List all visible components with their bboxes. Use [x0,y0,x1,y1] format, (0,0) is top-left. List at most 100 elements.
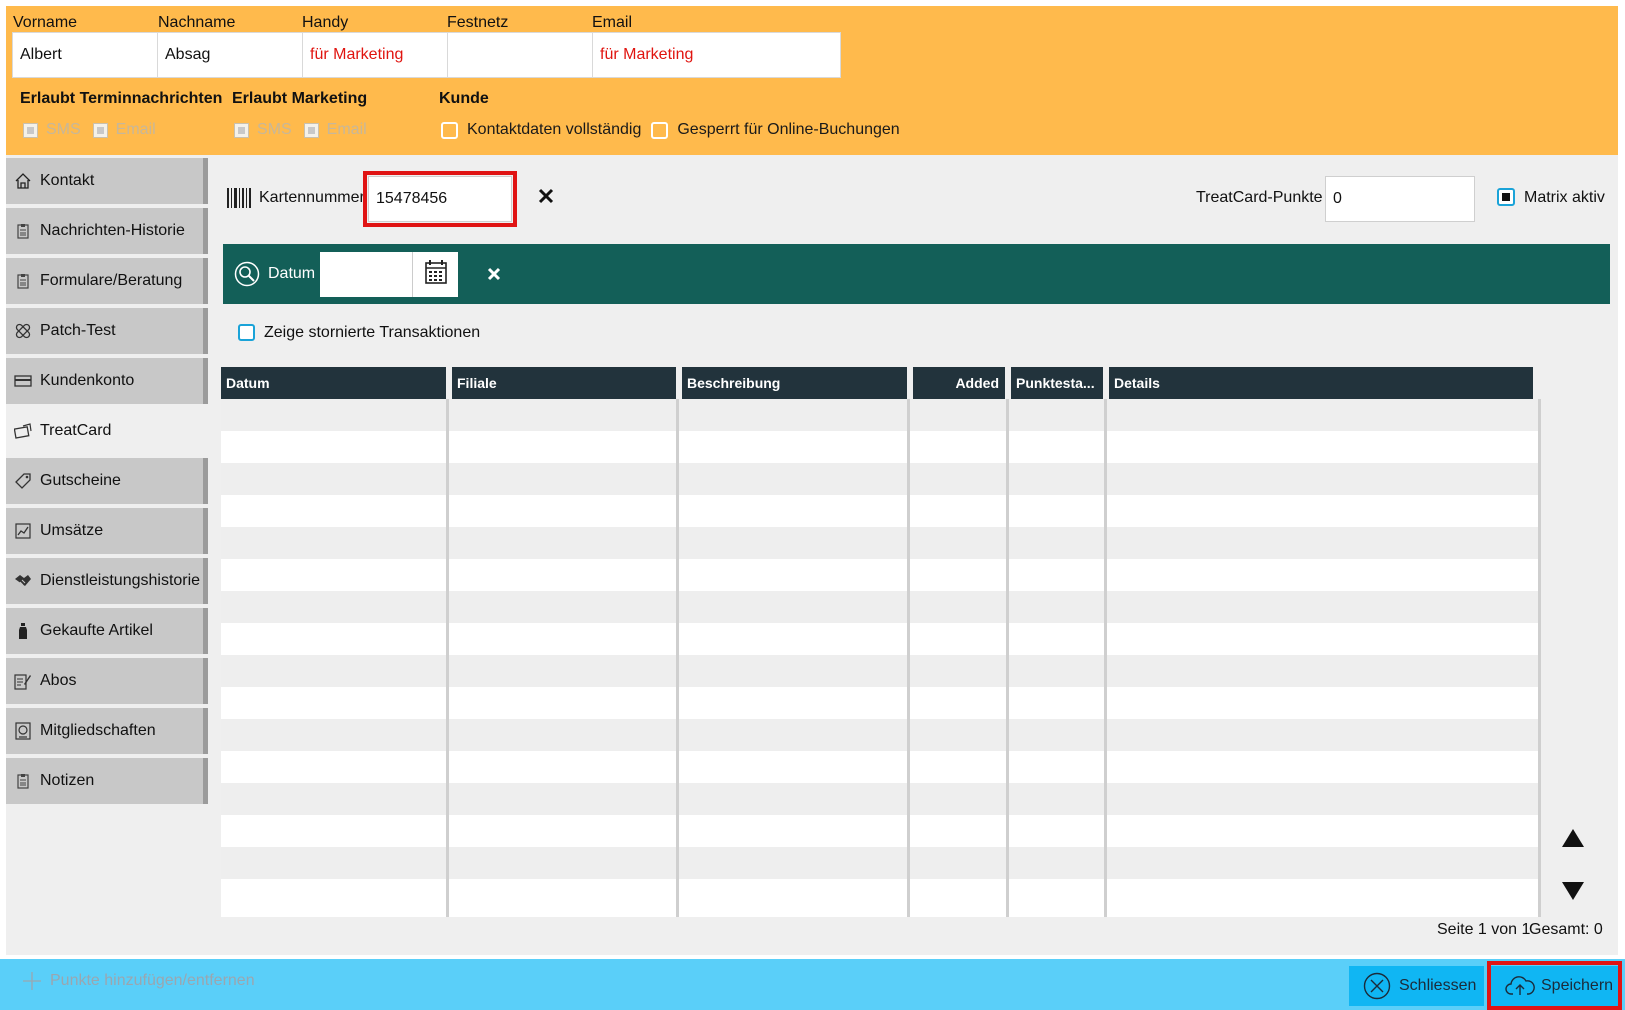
table-row [221,623,1541,655]
kontaktdaten-label: Kontaktdaten vollständig [467,121,642,138]
close-button[interactable]: Schliessen [1349,966,1484,1006]
marketing-email-checkbox [303,122,319,138]
sidebar-item-umsaetze[interactable]: Umsätze [6,508,208,554]
treatcard-points-input[interactable]: 0 [1325,176,1475,222]
table-row [221,879,1541,917]
column-divider[interactable] [907,399,910,917]
marketing-checkboxes: SMS Email [234,121,379,139]
save-button[interactable]: Speichern [1491,966,1618,1006]
vorname-label: Vorname [13,14,78,31]
column-header-details[interactable]: Details [1109,367,1533,399]
sidebar-item-label: Dienstleistungshistorie [40,572,201,589]
matrix-aktiv-checkbox[interactable] [1497,188,1515,206]
sidebar-item-abos[interactable]: Abos [6,658,208,704]
kontaktdaten-checkbox[interactable] [441,121,458,139]
email-field[interactable]: für Marketing [592,32,841,78]
nachname-label: Nachname [158,14,236,31]
sidebar-item-label: Gutscheine [40,472,121,489]
sidebar-item-treatcard[interactable]: TreatCard [6,408,208,454]
column-divider[interactable] [1104,399,1107,917]
festnetz-label: Festnetz [447,14,509,31]
table-row [221,463,1541,495]
treatcard-icon [14,422,32,440]
calendar-button[interactable] [412,252,458,297]
treatcard-panel: Kartennummer 15478456 TreatCard-Punkte 0… [208,155,1618,955]
card-number-input[interactable]: 15478456 [368,176,512,222]
sidebar-item-label: Umsätze [40,522,104,539]
sidebar-item-label: Mitgliedschaften [40,722,156,739]
datum-filter-input[interactable] [320,252,412,297]
pagination-total: Gesamt: 0 [1529,921,1603,938]
sidebar-item-label: TreatCard [40,422,112,439]
bandage-icon [14,322,32,340]
column-divider[interactable] [1006,399,1009,917]
marketing-sms-label: SMS [257,121,292,138]
sidebar: Kontakt Nachrichten-Historie Formulare/B… [6,155,208,955]
sidebar-item-mitgliedschaften[interactable]: Mitgliedschaften [6,708,208,754]
clear-card-icon[interactable] [538,188,554,209]
sidebar-item-kundenkonto[interactable]: Kundenkonto [6,358,208,404]
storniert-checkbox[interactable] [238,324,255,341]
column-divider[interactable] [676,399,679,917]
bottle-icon [14,622,32,640]
datum-filter-label: Datum [268,265,316,282]
table-row [221,399,1541,431]
add-points-button[interactable]: Punkte hinzufügen/entfernen [22,971,255,991]
table-row [221,687,1541,719]
filter-bar: Datum [223,244,1610,304]
table-row [221,815,1541,847]
nachname-field[interactable]: Absag [157,32,303,78]
table-row [221,559,1541,591]
chart-icon [14,522,32,540]
sidebar-item-gekaufte-artikel[interactable]: Gekaufte Artikel [6,608,208,654]
sidebar-item-gutscheine[interactable]: Gutscheine [6,458,208,504]
column-header-punktestand[interactable]: Punktesta... [1011,367,1103,399]
scroll-up-icon[interactable] [1561,828,1585,853]
cloud-upload-icon [1505,974,1535,998]
handy-label: Handy [302,14,349,31]
sidebar-item-formulare[interactable]: Formulare/Beratung [6,258,208,304]
treatcard-points-label: TreatCard-Punkte [1196,189,1323,206]
sidebar-item-kontakt[interactable]: Kontakt [6,158,208,204]
termin-sms-label: SMS [46,121,81,138]
sidebar-item-notizen[interactable]: Notizen [6,758,208,804]
table-row [221,431,1541,463]
close-button-label: Schliessen [1399,977,1477,994]
column-header-filiale[interactable]: Filiale [452,367,676,399]
vorname-field[interactable]: Albert [12,32,158,78]
table-row [221,495,1541,527]
column-header-datum[interactable]: Datum [221,367,446,399]
clipboard-icon [14,222,32,240]
clear-datum-icon[interactable] [487,267,501,286]
sidebar-item-label: Patch-Test [40,322,116,339]
customer-header: Vorname Nachname Handy Festnetz Email Al… [6,6,1618,155]
clipboard-icon [14,772,32,790]
sidebar-item-label: Formulare/Beratung [40,272,183,289]
sidebar-item-dienstleistungshistorie[interactable]: Dienstleistungshistorie [6,558,208,604]
termin-sms-checkbox [23,122,38,138]
edit-icon [14,672,32,690]
column-header-added[interactable]: Added [913,367,1005,399]
save-button-label: Speichern [1541,977,1614,994]
gesperrt-checkbox[interactable] [651,121,669,139]
section-kunde-title: Kunde [439,90,489,107]
handy-field[interactable]: für Marketing [302,32,448,78]
termin-email-checkbox [92,122,108,138]
table-row [221,655,1541,687]
membership-icon [14,722,32,740]
sidebar-item-nachrichten-historie[interactable]: Nachrichten-Historie [6,208,208,254]
column-header-beschreibung[interactable]: Beschreibung [682,367,907,399]
festnetz-field[interactable] [447,32,593,78]
matrix-aktiv-label: Matrix aktiv [1524,189,1605,206]
table-row [221,719,1541,751]
email-label: Email [592,14,633,31]
scroll-down-icon[interactable] [1561,881,1585,906]
sidebar-item-label: Nachrichten-Historie [40,222,185,239]
card-icon [14,372,32,390]
column-divider[interactable] [1538,399,1541,917]
section-marketing-title: Erlaubt Marketing [232,90,368,107]
sidebar-item-patch-test[interactable]: Patch-Test [6,308,208,354]
kunde-checkboxes: Kontaktdaten vollständig Gesperrt für On… [441,121,910,139]
column-divider[interactable] [446,399,449,917]
termin-checkboxes: SMS Email [23,121,168,139]
